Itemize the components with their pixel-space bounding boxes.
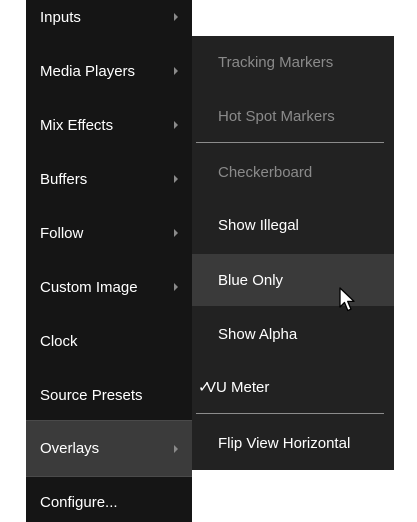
mouse-pointer-icon	[339, 287, 355, 312]
submenu-item-tracking-markers[interactable]: Tracking Markers	[192, 36, 394, 88]
menu-item-label: Clock	[40, 332, 78, 350]
menu-item-overlays[interactable]: Overlays	[26, 421, 192, 476]
submenu-item-label: Checkerboard	[218, 163, 313, 181]
chevron-right-icon	[174, 229, 178, 237]
chevron-right-icon	[174, 283, 178, 291]
menu-item-label: Overlays	[40, 440, 100, 457]
menu-item-source-presets[interactable]: Source Presets	[26, 368, 192, 422]
chevron-right-icon	[174, 67, 178, 75]
menu-item-mix-effects[interactable]: Mix Effects	[26, 98, 192, 152]
menu-item-clock[interactable]: Clock	[26, 314, 192, 368]
main-context-menu: Inputs Media Players Mix Effects Buffers…	[26, 0, 192, 522]
submenu-item-checkerboard[interactable]: Checkerboard	[192, 146, 394, 198]
menu-item-label: Inputs	[40, 8, 81, 26]
menu-item-label: Follow	[40, 224, 84, 242]
menu-item-label: Configure...	[40, 493, 118, 511]
submenu-item-label: Show Illegal	[218, 216, 299, 234]
menu-item-media-players[interactable]: Media Players	[26, 44, 192, 98]
menu-item-label: Custom Image	[40, 278, 138, 296]
chevron-right-icon	[174, 444, 178, 453]
submenu-item-label: Tracking Markers	[218, 53, 334, 71]
submenu-item-label: Flip View Horizontal	[218, 434, 351, 452]
submenu-item-vu-meter[interactable]: ✓ VU Meter	[192, 361, 394, 413]
submenu-item-flip-view-horizontal[interactable]: Flip View Horizontal	[192, 417, 394, 469]
menu-item-buffers[interactable]: Buffers	[26, 152, 192, 206]
check-icon: ✓	[198, 379, 211, 396]
chevron-right-icon	[174, 121, 178, 129]
submenu-item-hot-spot-markers[interactable]: Hot Spot Markers	[192, 90, 394, 142]
menu-item-label: Mix Effects	[40, 116, 114, 134]
submenu-item-label: Blue Only	[218, 271, 284, 289]
chevron-right-icon	[174, 175, 178, 183]
submenu-divider	[196, 413, 384, 414]
overlays-submenu: Tracking Markers Hot Spot Markers Checke…	[192, 36, 394, 470]
submenu-item-label: VU Meter	[206, 378, 270, 396]
submenu-item-show-illegal[interactable]: Show Illegal	[192, 199, 394, 251]
submenu-item-label: Hot Spot Markers	[218, 107, 335, 125]
submenu-item-blue-only[interactable]: Blue Only	[192, 254, 394, 306]
chevron-right-icon	[174, 13, 178, 21]
screen: Inputs Media Players Mix Effects Buffers…	[0, 0, 417, 522]
menu-item-follow[interactable]: Follow	[26, 206, 192, 260]
menu-item-label: Source Presets	[40, 386, 143, 404]
menu-item-inputs[interactable]: Inputs	[26, 0, 192, 44]
submenu-item-label: Show Alpha	[218, 325, 298, 343]
submenu-item-show-alpha[interactable]: Show Alpha	[192, 308, 394, 360]
menu-item-configure[interactable]: Configure...	[26, 482, 192, 522]
menu-item-label: Buffers	[40, 170, 88, 188]
menu-item-custom-image[interactable]: Custom Image	[26, 260, 192, 314]
menu-divider	[26, 476, 192, 477]
submenu-divider	[196, 142, 384, 143]
menu-item-label: Media Players	[40, 62, 136, 80]
